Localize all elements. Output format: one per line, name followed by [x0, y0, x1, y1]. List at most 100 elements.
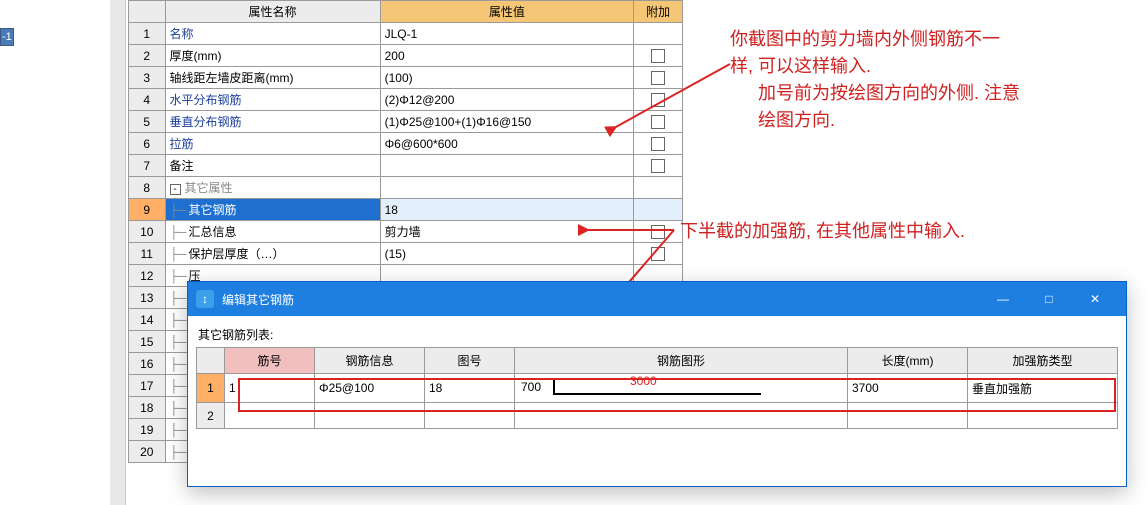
- other-rebar-row-2[interactable]: 2: [197, 403, 1118, 429]
- property-value-cell[interactable]: 200: [380, 45, 634, 67]
- rebar-shape-icon: [551, 376, 771, 400]
- row-number: 2: [129, 45, 166, 67]
- property-row[interactable]: 4水平分布钢筋(2)Φ12@200: [129, 89, 683, 111]
- dialog-app-icon: ↕: [196, 290, 214, 308]
- dialog-maximize-button[interactable]: □: [1026, 282, 1072, 316]
- inner-header-info[interactable]: 钢筋信息: [315, 348, 425, 374]
- addon-checkbox[interactable]: [651, 159, 665, 173]
- row-number: 17: [129, 375, 166, 397]
- property-row[interactable]: 6拉筋Φ6@600*600: [129, 133, 683, 155]
- cell-info-2[interactable]: [315, 403, 425, 429]
- property-value-cell[interactable]: JLQ-1: [380, 23, 634, 45]
- property-name-cell[interactable]: ├─其它钢筋: [165, 199, 380, 221]
- property-value-cell[interactable]: [380, 155, 634, 177]
- header-name: 属性名称: [165, 1, 380, 23]
- annotation-1-line3: 加号前为按绘图方向的外侧. 注意: [730, 80, 1020, 107]
- property-name-cell[interactable]: 垂直分布钢筋: [165, 111, 380, 133]
- annotation-1-line2: 样, 可以这样输入.: [730, 53, 1020, 80]
- inner-rownum-1: 1: [197, 374, 225, 403]
- other-rebar-list-label: 其它钢筋列表:: [198, 326, 1118, 343]
- row-number: 10: [129, 221, 166, 243]
- property-value-cell[interactable]: (1)Φ25@100+(1)Φ16@150: [380, 111, 634, 133]
- property-name-cell[interactable]: ├─保护层厚度（…）: [165, 243, 380, 265]
- collapse-icon[interactable]: -: [170, 184, 181, 195]
- dialog-titlebar[interactable]: ↕ 编辑其它钢筋 — □ ✕: [188, 282, 1126, 316]
- row-number: 4: [129, 89, 166, 111]
- row-number: 18: [129, 397, 166, 419]
- property-value-cell[interactable]: Φ6@600*600: [380, 133, 634, 155]
- property-value-cell[interactable]: (100): [380, 67, 634, 89]
- dialog-title-text: 编辑其它钢筋: [222, 291, 980, 308]
- other-rebar-row-1[interactable]: 1 1 Φ25@100 18 700 3000 3700 垂直加强筋: [197, 374, 1118, 403]
- row-number: 3: [129, 67, 166, 89]
- cell-type[interactable]: 垂直加强筋: [968, 374, 1118, 403]
- property-row[interactable]: 3轴线距左墙皮距离(mm)(100): [129, 67, 683, 89]
- property-table-header-row: 属性名称 属性值 附加: [129, 1, 683, 23]
- property-name-cell[interactable]: -其它属性: [165, 177, 380, 199]
- cell-shape-2[interactable]: [515, 403, 848, 429]
- addon-cell[interactable]: [634, 177, 683, 199]
- inner-header-type[interactable]: 加强筋类型: [968, 348, 1118, 374]
- dialog-close-button[interactable]: ✕: [1072, 282, 1118, 316]
- property-row[interactable]: 7备注: [129, 155, 683, 177]
- row-number: 5: [129, 111, 166, 133]
- row-number: 12: [129, 265, 166, 287]
- row-number: 15: [129, 331, 166, 353]
- property-name-cell[interactable]: 名称: [165, 23, 380, 45]
- inner-header-length[interactable]: 长度(mm): [848, 348, 968, 374]
- property-value-cell[interactable]: [380, 177, 634, 199]
- property-value-cell[interactable]: (2)Φ12@200: [380, 89, 634, 111]
- cell-type-2[interactable]: [968, 403, 1118, 429]
- property-name-cell[interactable]: 厚度(mm): [165, 45, 380, 67]
- property-value-cell[interactable]: 18: [380, 199, 634, 221]
- row-number: 19: [129, 419, 166, 441]
- annotation-arrow-1: [608, 60, 738, 140]
- property-row[interactable]: 1名称JLQ-1: [129, 23, 683, 45]
- property-row[interactable]: 2厚度(mm)200: [129, 45, 683, 67]
- cell-id[interactable]: 1: [225, 374, 315, 403]
- header-value: 属性值: [380, 1, 634, 23]
- inner-header-drawing[interactable]: 图号: [425, 348, 515, 374]
- dialog-body: 其它钢筋列表: 筋号 钢筋信息 图号 钢筋图形 长度(mm) 加强筋类型 1: [188, 316, 1126, 486]
- cell-shape[interactable]: 700 3000: [515, 374, 848, 403]
- annotation-1: 你截图中的剪力墙内外侧钢筋不一 样, 可以这样输入. 加号前为按绘图方向的外侧.…: [730, 26, 1020, 134]
- row-number: 14: [129, 309, 166, 331]
- inner-header-blank: [197, 348, 225, 374]
- vertical-scrollbar[interactable]: [110, 0, 126, 505]
- property-name-cell[interactable]: 轴线距左墙皮距离(mm): [165, 67, 380, 89]
- annotation-1-line4: 绘图方向.: [730, 107, 1020, 134]
- property-name-cell[interactable]: ├─汇总信息: [165, 221, 380, 243]
- row-number: 7: [129, 155, 166, 177]
- cell-length[interactable]: 3700: [848, 374, 968, 403]
- other-rebar-table: 筋号 钢筋信息 图号 钢筋图形 长度(mm) 加强筋类型 1 1 Φ25@100…: [196, 347, 1118, 429]
- property-name-cell[interactable]: 拉筋: [165, 133, 380, 155]
- row-number: 13: [129, 287, 166, 309]
- property-name-cell[interactable]: 水平分布钢筋: [165, 89, 380, 111]
- inner-header-shape[interactable]: 钢筋图形: [515, 348, 848, 374]
- left-panel-fragment: -1: [0, 28, 14, 46]
- annotation-2: 下半截的加强筋, 在其他属性中输入.: [680, 218, 965, 245]
- cell-info[interactable]: Φ25@100: [315, 374, 425, 403]
- addon-cell[interactable]: [634, 23, 683, 45]
- dialog-minimize-button[interactable]: —: [980, 282, 1026, 316]
- row-number: 1: [129, 23, 166, 45]
- shape-dim-main: 3000: [630, 374, 657, 388]
- cell-length-2[interactable]: [848, 403, 968, 429]
- property-name-cell[interactable]: 备注: [165, 155, 380, 177]
- shape-dim-left: 700: [521, 380, 541, 394]
- inner-header-id[interactable]: 筋号: [225, 348, 315, 374]
- addon-cell[interactable]: [634, 199, 683, 221]
- header-blank: [129, 1, 166, 23]
- property-row[interactable]: 5垂直分布钢筋(1)Φ25@100+(1)Φ16@150: [129, 111, 683, 133]
- cell-drawing-2[interactable]: [425, 403, 515, 429]
- other-rebar-header-row: 筋号 钢筋信息 图号 钢筋图形 长度(mm) 加强筋类型: [197, 348, 1118, 374]
- row-number: 6: [129, 133, 166, 155]
- cell-id-2[interactable]: [225, 403, 315, 429]
- property-row[interactable]: 8-其它属性: [129, 177, 683, 199]
- addon-cell[interactable]: [634, 155, 683, 177]
- inner-rownum-2: 2: [197, 403, 225, 429]
- property-row[interactable]: 9├─其它钢筋18: [129, 199, 683, 221]
- annotation-1-line1: 你截图中的剪力墙内外侧钢筋不一: [730, 26, 1020, 53]
- edit-other-rebar-dialog: ↕ 编辑其它钢筋 — □ ✕ 其它钢筋列表: 筋号 钢筋信息 图号 钢筋图形 长…: [187, 281, 1127, 487]
- cell-drawing[interactable]: 18: [425, 374, 515, 403]
